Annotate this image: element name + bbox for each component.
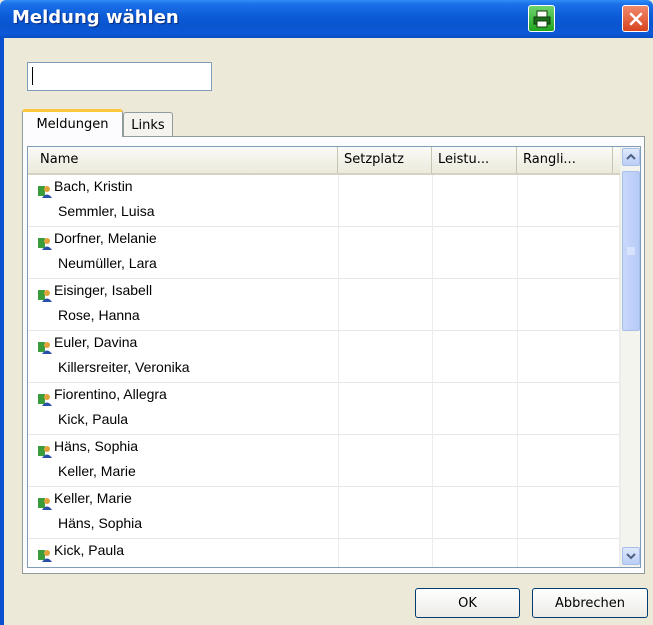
partner-name: Häns, Sophia [58,515,143,531]
column-divider [432,435,433,487]
grip-icon [627,247,635,255]
printer-icon [533,10,550,27]
column-divider [338,175,339,227]
partner-name: Semmler, Luisa [58,203,155,219]
print-button[interactable] [528,5,555,32]
entries-list[interactable]: Name Setzplatz Leistu... Rangli... Bach,… [27,146,641,568]
chevron-up-icon [626,153,636,160]
column-divider [517,487,518,539]
tab-meldungen[interactable]: Meldungen [22,109,123,137]
column-divider [517,175,518,227]
column-divider [517,539,518,567]
partner-name: Killersreiter, Veronika [58,359,190,375]
tab-links-label: Links [131,117,165,133]
vertical-scrollbar[interactable] [620,147,640,567]
column-divider [432,487,433,539]
cancel-button[interactable]: Abbrechen [532,588,648,618]
close-icon [629,12,642,25]
search-input[interactable] [27,62,212,91]
player-name: Euler, Davina [54,334,138,350]
column-divider [338,435,339,487]
column-divider [338,331,339,383]
column-divider [432,331,433,383]
person-icon [38,498,52,510]
column-header-rangliste[interactable]: Rangli... [517,147,613,173]
partner-name: Kick, Paula [58,411,129,427]
partner-name: Neumüller, Lara [58,255,157,271]
column-divider [517,383,518,435]
title-bar: Meldung wählen [0,0,653,38]
player-name: Häns, Sophia [54,438,139,454]
column-divider [432,383,433,435]
ok-button[interactable]: OK [415,588,520,618]
partner-name: Keller, Marie [58,463,136,479]
player-name: Eisinger, Isabell [54,282,153,298]
text-caret [32,67,33,85]
column-divider [517,227,518,279]
table-row[interactable]: Häns, Sophia Keller, Marie [28,435,620,487]
person-icon [38,550,52,562]
table-row[interactable]: Fiorentino, Allegra Kick, Paula [28,383,620,435]
table-row[interactable]: Euler, Davina Killersreiter, Veronika [28,331,620,383]
column-divider [432,175,433,227]
column-header-setzplatz[interactable]: Setzplatz [338,147,432,173]
column-divider [517,279,518,331]
partner-name: Rose, Hanna [58,307,140,323]
column-header-leistung[interactable]: Leistu... [432,147,517,173]
table-row[interactable]: Dorfner, Melanie Neumüller, Lara [28,227,620,279]
column-divider [338,539,339,567]
column-divider [517,435,518,487]
scroll-up-button[interactable] [622,148,640,166]
player-name: Dorfner, Melanie [54,230,157,246]
player-name: Keller, Marie [54,490,132,506]
scroll-thumb[interactable] [622,171,640,331]
column-divider [432,227,433,279]
person-icon [38,186,52,198]
close-button[interactable] [622,5,649,32]
list-rows: Bach, Kristin Semmler, Luisa Dorfner, Mela… [28,175,620,567]
table-row[interactable]: Keller, Marie Häns, Sophia [28,487,620,539]
player-name: Kick, Paula [54,542,125,558]
table-row[interactable]: Eisinger, Isabell Rose, Hanna [28,279,620,331]
table-row[interactable]: Kick, Paula [28,539,620,567]
person-icon [38,394,52,406]
person-icon [38,446,52,458]
column-divider [338,227,339,279]
window-title: Meldung wählen [12,7,179,28]
table-row[interactable]: Bach, Kristin Semmler, Luisa [28,175,620,227]
column-divider [338,383,339,435]
column-header-name[interactable]: Name [28,147,338,173]
window-frame [0,38,4,625]
scroll-down-button[interactable] [622,547,640,565]
player-name: Fiorentino, Allegra [54,386,167,402]
column-divider [338,487,339,539]
tab-meldungen-label: Meldungen [36,117,109,132]
column-divider [432,539,433,567]
list-header: Name Setzplatz Leistu... Rangli... [28,147,620,175]
person-icon [38,290,52,302]
column-divider [432,279,433,331]
person-icon [38,238,52,250]
column-divider [517,331,518,383]
column-divider [338,279,339,331]
player-name: Bach, Kristin [54,178,133,194]
person-icon [38,342,52,354]
tab-links[interactable]: Links [123,112,173,137]
chevron-down-icon [626,553,636,560]
